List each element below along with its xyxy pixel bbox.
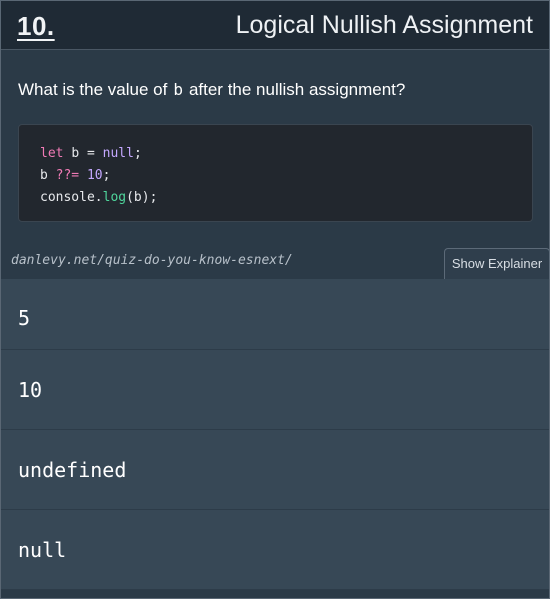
question-title: Logical Nullish Assignment: [235, 11, 533, 39]
code-function: log: [102, 190, 127, 205]
answer-option-undefined[interactable]: undefined: [1, 430, 549, 510]
code-identifier: b: [71, 146, 80, 161]
code-block: let b = null; b ??= 10; console.log(b);: [18, 124, 533, 222]
code-object: console.: [40, 190, 103, 205]
question-prompt: What is the value of b after the nullish a…: [18, 80, 405, 100]
code-line-3: console.log(b);: [40, 187, 511, 209]
answer-option-10[interactable]: 10: [1, 350, 549, 430]
answer-option-5[interactable]: 5: [1, 279, 549, 350]
code-semicolon: ;: [133, 146, 142, 161]
prompt-variable: b: [173, 80, 183, 99]
code-operator: ??=: [55, 168, 80, 183]
code-line-1: let b = null;: [40, 143, 511, 165]
answer-list: 5 10 undefined null: [1, 279, 549, 590]
code-literal: 10: [86, 168, 103, 183]
code-operator: =: [86, 146, 95, 161]
question-number: 10.: [17, 11, 55, 41]
quiz-card: 10. Logical Nullish Assignment What is t…: [0, 0, 550, 599]
code-line-2: b ??= 10;: [40, 165, 511, 187]
code-keyword: let: [40, 146, 64, 161]
answer-option-null[interactable]: null: [1, 510, 549, 590]
code-identifier: b: [40, 168, 48, 183]
prompt-prefix: What is the value of: [18, 80, 168, 99]
code-literal: null: [102, 146, 134, 161]
source-link[interactable]: danlevy.net/quiz-do-you-know-esnext/: [11, 253, 293, 268]
prompt-suffix: after the nullish assignment?: [188, 80, 406, 99]
code-semicolon: ;: [102, 168, 111, 183]
code-args: (b);: [126, 190, 158, 205]
show-explainer-button[interactable]: Show Explainer: [444, 248, 550, 279]
question-header: 10. Logical Nullish Assignment: [1, 1, 549, 50]
